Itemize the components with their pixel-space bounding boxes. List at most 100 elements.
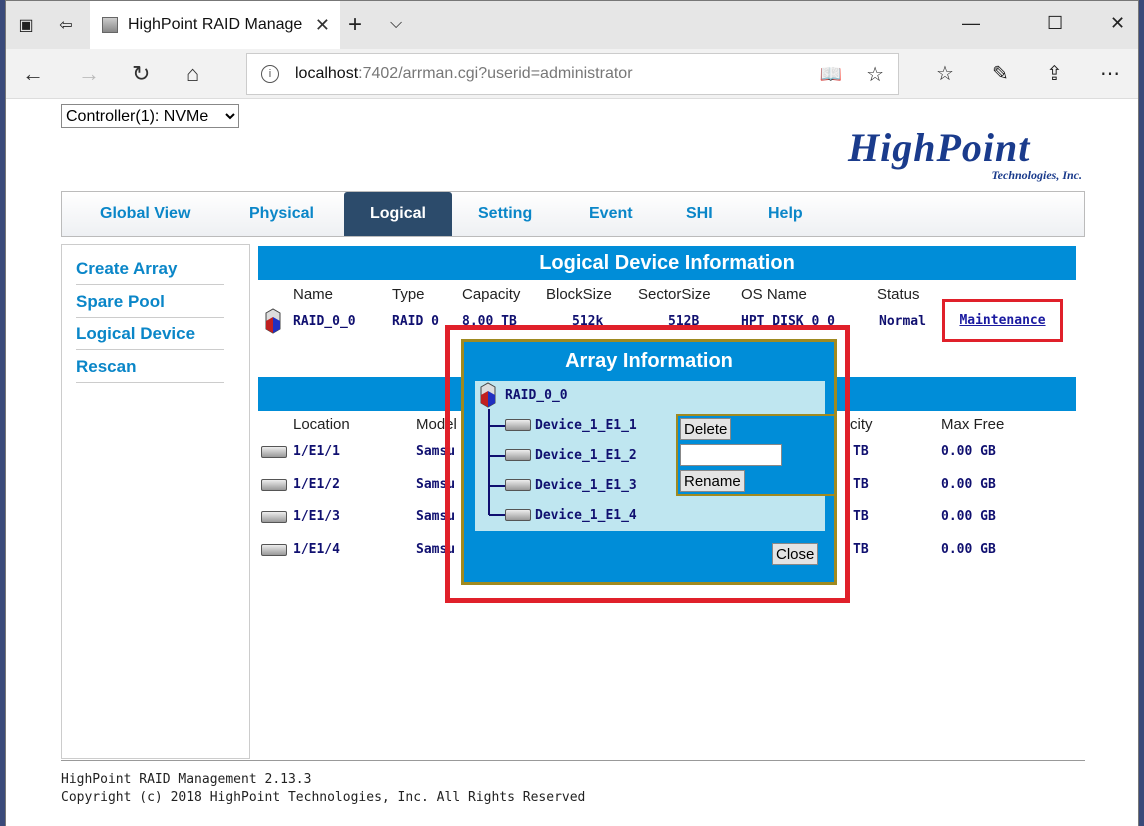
device-location[interactable]: 1/E1/2 [293,477,340,492]
sidebar-item-logical-device[interactable]: Logical Device [76,318,224,350]
tree-device-3[interactable]: Device_1_E1_3 [535,478,637,493]
dialog-title: Array Information [565,350,733,372]
url-path: :7402/arrman.cgi?userid=administrator [358,65,633,82]
footer-version: HighPoint RAID Management 2.13.3 [61,772,312,787]
device-capacity: TB [853,477,869,492]
device-capacity: TB [853,509,869,524]
sidebar-item-rescan[interactable]: Rescan [76,351,224,383]
maintenance-link[interactable]: Maintenance [959,313,1045,328]
navigation-bar: ← → ↻ ⌂ i localhost:7402/arrman.cgi?user… [6,49,1138,99]
disk-icon [261,511,287,523]
context-popup: Delete Rename [676,414,836,496]
array-icon [265,308,281,334]
device-max-free: 0.00 GB [941,477,996,492]
footer-divider [61,760,1085,761]
logo-text: HighPoint [848,125,1031,170]
col-type: Type [392,286,425,303]
sidebar-item-spare-pool[interactable]: Spare Pool [76,286,224,318]
sidebar-item-create-array[interactable]: Create Array [76,253,224,285]
device-max-free: 0.00 GB [941,509,996,524]
device-location[interactable]: 1/E1/4 [293,542,340,557]
maximize-icon[interactable]: ☐ [1047,13,1063,34]
delete-button[interactable]: Delete [680,418,732,440]
more-icon[interactable]: ⋯ [1100,61,1120,86]
url-host: localhost [295,65,359,82]
close-tab-icon[interactable]: ✕ [315,15,330,36]
device-capacity: TB [853,444,869,459]
maintenance-highlight: Maintenance [942,299,1063,342]
chevron-down-icon[interactable]: ⌵ [390,15,402,33]
tree-device-2[interactable]: Device_1_E1_2 [535,448,637,463]
refresh-icon[interactable]: ↻ [132,61,150,87]
close-window-icon[interactable]: ✕ [1110,13,1125,34]
disk-icon [505,419,531,431]
back-icon[interactable]: ← [22,61,44,87]
browser-tab[interactable]: HighPoint RAID Manage ✕ [90,1,340,49]
minimize-icon[interactable]: — [962,13,980,34]
page-content: Controller(1): NVMe HighPoint Technologi… [6,99,1138,826]
device-capacity: TB [853,542,869,557]
tab-title: HighPoint RAID Manage [128,16,303,33]
array-tree: RAID_0_0 Device_1_E1_1 Device_1_E1_2 Dev… [475,381,836,531]
rename-button[interactable]: Rename [680,470,745,492]
disk-icon [261,544,287,556]
raid-type: RAID 0 [392,314,439,329]
tab-event[interactable]: Event [589,192,633,236]
favorite-star-icon[interactable]: ☆ [866,62,884,87]
browser-window: ▣ ⇦ HighPoint RAID Manage ✕ + ⌵ — ☐ ✕ ← … [5,0,1139,826]
title-bar: ▣ ⇦ HighPoint RAID Manage ✕ + ⌵ — ☐ ✕ [6,1,1138,49]
home-icon[interactable]: ⌂ [186,61,199,87]
disk-icon [261,446,287,458]
sidebar: Create Array Spare Pool Logical Device R… [61,244,250,759]
raid-status: Normal [879,314,926,329]
tab-shi[interactable]: SHI [686,192,713,236]
tree-device-4[interactable]: Device_1_E1_4 [535,508,637,523]
highpoint-logo: HighPoint Technologies, Inc. [848,124,1088,184]
disk-icon [505,509,531,521]
new-tab-icon[interactable]: + [348,11,362,39]
reading-view-icon[interactable]: 📖 [820,64,842,85]
col-capacity-partial: city [850,416,873,433]
tab-global-view[interactable]: Global View [100,192,190,236]
forward-icon[interactable]: → [78,61,100,87]
controller-select[interactable]: Controller(1): NVMe [61,104,239,128]
array-icon [480,382,496,408]
address-bar[interactable]: i localhost:7402/arrman.cgi?userid=admin… [246,53,899,95]
favorites-list-icon[interactable]: ☆ [936,61,954,86]
set-aside-tabs-icon[interactable]: ⇦ [52,11,80,39]
tab-help[interactable]: Help [768,192,803,236]
close-button[interactable]: Close [772,543,819,565]
tree-device-1[interactable]: Device_1_E1_1 [535,418,637,433]
logo-subtext: Technologies, Inc. [991,168,1082,182]
pen-icon[interactable]: ✎ [992,61,1009,86]
footer-copyright: Copyright (c) 2018 HighPoint Technologie… [61,790,586,805]
col-name: Name [293,286,334,303]
disk-icon [505,479,531,491]
tab-logical[interactable]: Logical [344,192,452,236]
raid-name[interactable]: RAID_0_0 [293,314,356,329]
tab-actions-icon[interactable]: ▣ [12,11,40,39]
device-location[interactable]: 1/E1/1 [293,444,340,459]
col-status: Status [877,286,920,303]
rename-input[interactable] [680,444,782,466]
logical-device-header: Logical Device Information [258,246,1076,280]
col-blocksize: BlockSize [546,286,612,303]
device-max-free: 0.00 GB [941,444,996,459]
tab-physical[interactable]: Physical [249,192,314,236]
tab-setting[interactable]: Setting [478,192,532,236]
device-max-free: 0.00 GB [941,542,996,557]
share-icon[interactable]: ⇪ [1046,61,1063,86]
col-sectorsize: SectorSize [638,286,711,303]
info-icon[interactable]: i [261,65,279,83]
array-information-dialog: Array Information RAID_0_0 Device_1_E1_1… [461,339,837,585]
device-location[interactable]: 1/E1/3 [293,509,340,524]
tree-lines [488,409,505,516]
tree-root[interactable]: RAID_0_0 [505,388,568,403]
col-location: Location [293,416,350,433]
disk-icon [261,479,287,491]
col-capacity: Capacity [462,286,521,303]
favicon-icon [102,17,118,33]
col-os-name: OS Name [741,286,807,303]
col-max-free: Max Free [941,416,1005,433]
main-menu: Global View Physical Logical Setting Eve… [61,191,1085,237]
